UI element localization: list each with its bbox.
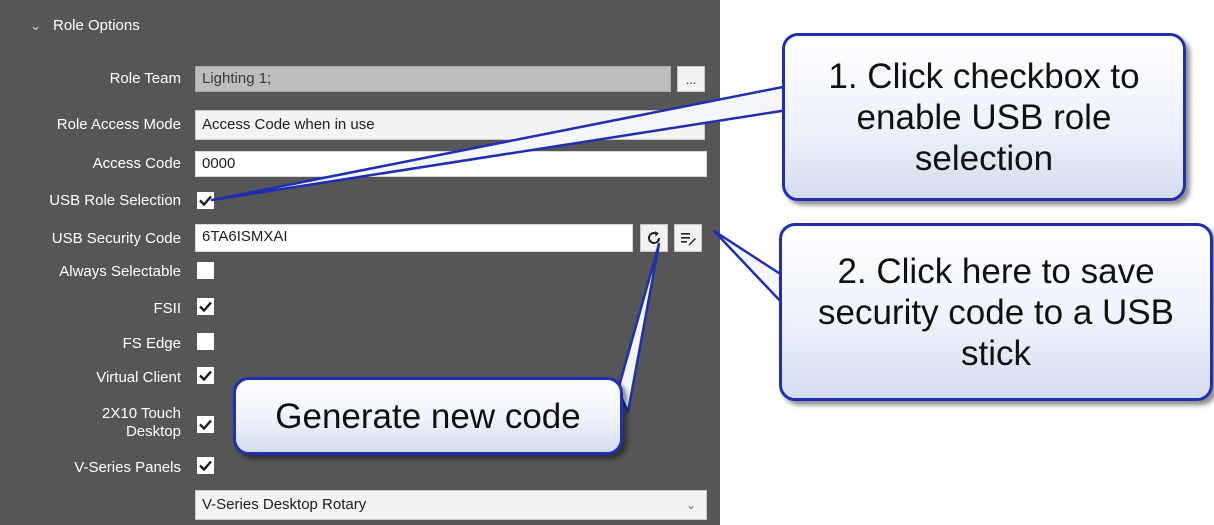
- callout-1-pointer: [210, 78, 828, 202]
- callout-generate-new-code: Generate new code: [233, 377, 623, 455]
- callout-step-1: 1. Click checkbox to enable USB role sel…: [782, 33, 1186, 201]
- callout-step-2: 2. Click here to save security code to a…: [779, 223, 1213, 401]
- generate-callout-pointer: [616, 242, 661, 414]
- callout-2-pointer: [712, 229, 786, 307]
